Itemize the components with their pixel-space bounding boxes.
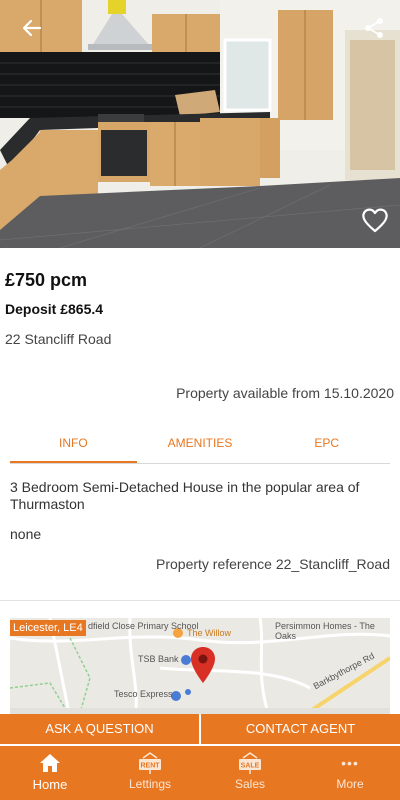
svg-text:SALE: SALE: [241, 763, 260, 770]
more-dots-icon: •••: [341, 755, 359, 771]
nav-lettings[interactable]: RENT Lettings: [100, 746, 200, 800]
sale-sign-icon: SALE: [237, 752, 263, 774]
map-place-tesco: Tesco Express: [114, 689, 173, 699]
map-location-label: Leicester, LE4: [10, 620, 86, 636]
property-reference: Property reference 22_Stancliff_Road: [156, 556, 390, 572]
tab-info[interactable]: INFO: [10, 430, 137, 463]
svg-text:RENT: RENT: [140, 763, 160, 770]
contact-agent-button[interactable]: CONTACT AGENT: [201, 714, 400, 744]
map-place-bank: TSB Bank: [138, 654, 179, 664]
property-description: 3 Bedroom Semi-Detached House in the pop…: [10, 479, 360, 512]
nav-sales[interactable]: SALE Sales: [200, 746, 300, 800]
property-photo[interactable]: [0, 0, 400, 248]
address: 22 Stancliff Road: [5, 331, 112, 347]
kitchen-photo: [0, 0, 400, 248]
map-pin-icon: [191, 647, 215, 683]
map-place-willow: The Willow: [187, 628, 232, 638]
favourite-button[interactable]: [358, 203, 392, 237]
map-place-school: dfield Close Primary School: [88, 621, 199, 631]
nav-more[interactable]: ••• More: [300, 746, 400, 800]
tab-amenities[interactable]: AMENITIES: [137, 430, 264, 463]
home-icon: [37, 752, 63, 774]
rent-sign-icon: RENT: [137, 752, 163, 774]
action-bar: ASK A QUESTION CONTACT AGENT: [0, 714, 400, 744]
share-icon: [365, 18, 383, 38]
bottom-navigation: Home RENT Lettings SALE Sales ••• More: [0, 746, 400, 800]
tab-epc[interactable]: EPC: [263, 430, 390, 463]
ask-question-button[interactable]: ASK A QUESTION: [0, 714, 199, 744]
nav-more-label: More: [336, 777, 364, 791]
back-button[interactable]: [16, 12, 48, 44]
share-button[interactable]: [358, 12, 390, 44]
divider: [0, 600, 400, 601]
nav-lettings-label: Lettings: [128, 777, 172, 791]
property-note: none: [10, 526, 42, 542]
detail-tabs: INFO AMENITIES EPC: [10, 430, 390, 464]
map-place-persimmon: Persimmon Homes - The Oaks: [275, 621, 375, 641]
price: £750 pcm: [5, 270, 88, 290]
nav-home-label: Home: [32, 777, 68, 792]
deposit: Deposit £865.4: [5, 301, 104, 317]
arrow-left-icon: [22, 19, 42, 37]
availability-date: Property available from 15.10.2020: [176, 385, 394, 401]
heart-outline-icon: [362, 208, 388, 233]
nav-home[interactable]: Home: [0, 746, 100, 800]
nav-sales-label: Sales: [234, 777, 266, 791]
location-map[interactable]: Leicester, LE4 dfield Close Primary Scho…: [10, 618, 390, 718]
